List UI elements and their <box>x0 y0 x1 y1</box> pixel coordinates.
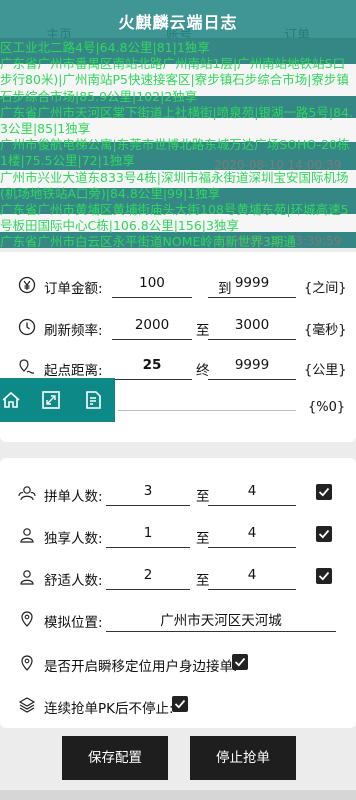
comfort-min-input[interactable]: 2 <box>106 567 190 590</box>
comfort-label: 舒适人数: <box>44 573 103 589</box>
options-card: 拼单人数: 3 至 4 独享人数: 1 至 4 舒适人数: 2 至 4 模拟位置… <box>0 458 356 728</box>
percent-slider-track[interactable] <box>118 410 296 411</box>
pin-icon <box>21 655 33 671</box>
pooled-row: 拼单人数: 3 至 4 <box>0 472 356 512</box>
location-distance-icon <box>19 359 35 374</box>
app-title: 火麒麟云端日志 <box>118 13 238 32</box>
log-line: 广东省广州市白云区永平街道NOME岭南新世界3期通 <box>0 234 296 250</box>
start-distance-max-input[interactable]: 9999 <box>208 357 296 380</box>
person-icon <box>20 570 34 585</box>
log-line: 区工业北二路4号|64.8公里|81|1独享 <box>0 40 210 55</box>
start-distance-min-input[interactable]: 25 <box>112 357 192 380</box>
exclusive-row: 独享人数: 1 至 4 <box>0 514 356 554</box>
pooled-max-input[interactable]: 4 <box>208 483 296 506</box>
exclusive-label: 独享人数: <box>44 531 103 547</box>
bottom-bar <box>0 790 356 800</box>
pooled-checkbox[interactable] <box>316 484 332 500</box>
home-icon[interactable] <box>0 389 22 411</box>
save-config-button[interactable]: 保存配置 <box>62 736 168 780</box>
instant-nearby-checkbox[interactable] <box>232 654 248 670</box>
exclusive-max-input[interactable]: 4 <box>208 525 296 548</box>
refresh-rate-row: 刷新频率: 2000 至 3000 {毫秒} <box>0 306 356 346</box>
person-icon <box>20 528 34 543</box>
location-input[interactable]: 广州市天河区天河城 <box>106 609 336 632</box>
comfort-checkbox[interactable] <box>316 568 332 584</box>
comfort-row: 舒适人数: 2 至 4 <box>0 556 356 596</box>
continue-pk-label: 连续抢单PK后不停止: <box>44 701 174 717</box>
log-line: 广州市兴业大道东833号4栋|深圳市福永街道深圳宝安国际机场(机场地铁站A口旁)… <box>0 169 349 201</box>
log-line: 广州市俊航电梯公寓|东莞市世博北路东城万达广场SOHO-20栋1楼|75.5公里… <box>0 137 350 169</box>
continue-pk-row: 连续抢单PK后不停止: <box>0 684 356 724</box>
percent-unit: {%0} <box>308 400 346 415</box>
start-distance-label: 起点距离: <box>44 363 103 379</box>
resize-icon[interactable] <box>40 389 62 411</box>
instant-nearby-row: 是否开启瞬移定位用户身边接单: <box>0 642 356 682</box>
location-row: 模拟位置: 广州市天河区天河城 <box>0 598 356 638</box>
refresh-rate-min-input[interactable]: 2000 <box>112 317 192 340</box>
log-line: 广东省广州市黄埔区黄埔街庙头大街108号黄埔东苑|环城高速5号板田国际中心C栋|… <box>0 202 349 234</box>
continue-pk-checkbox[interactable] <box>172 696 188 712</box>
clock-icon <box>18 318 36 336</box>
location-label: 模拟位置: <box>44 615 103 631</box>
order-log: 区工业北二路4号|64.8公里|81|1独享 广东省广州市番禺区南站北路广州南站… <box>0 40 356 251</box>
comfort-max-input[interactable]: 4 <box>208 567 296 590</box>
stop-grab-button[interactable]: 停止抢单 <box>190 736 296 780</box>
pooled-min-input[interactable]: 3 <box>106 483 190 506</box>
group-icon <box>18 486 36 501</box>
layers-icon <box>18 697 36 713</box>
refresh-rate-label: 刷新频率: <box>44 323 103 339</box>
pooled-label: 拼单人数: <box>44 489 103 505</box>
order-amount-row: 订单金额: 100 到 9999 {之间} <box>0 264 356 304</box>
order-amount-max-input[interactable]: 9999 <box>208 275 296 298</box>
upload-icon[interactable] <box>82 389 104 411</box>
order-amount-label: 订单金额: <box>44 281 103 297</box>
log-line: 广东省广州市番禺区南站北路广州南站1层|广州南站地铁站S口步行80米)|广州南站… <box>0 56 349 104</box>
floating-toolbar <box>0 378 115 422</box>
exclusive-checkbox[interactable] <box>316 526 332 542</box>
refresh-rate-max-input[interactable]: 3000 <box>208 317 296 340</box>
pin-icon <box>21 611 33 627</box>
exclusive-min-input[interactable]: 1 <box>106 525 190 548</box>
instant-nearby-label: 是否开启瞬移定位用户身边接单: <box>44 659 238 675</box>
order-amount-min-input[interactable]: 100 <box>112 275 192 298</box>
log-line: 广东省广州市天河区棠下街道上社横街|喷泉苑|银湖一路5号|84.3公里|85|1… <box>0 104 353 137</box>
yen-icon <box>18 276 36 294</box>
